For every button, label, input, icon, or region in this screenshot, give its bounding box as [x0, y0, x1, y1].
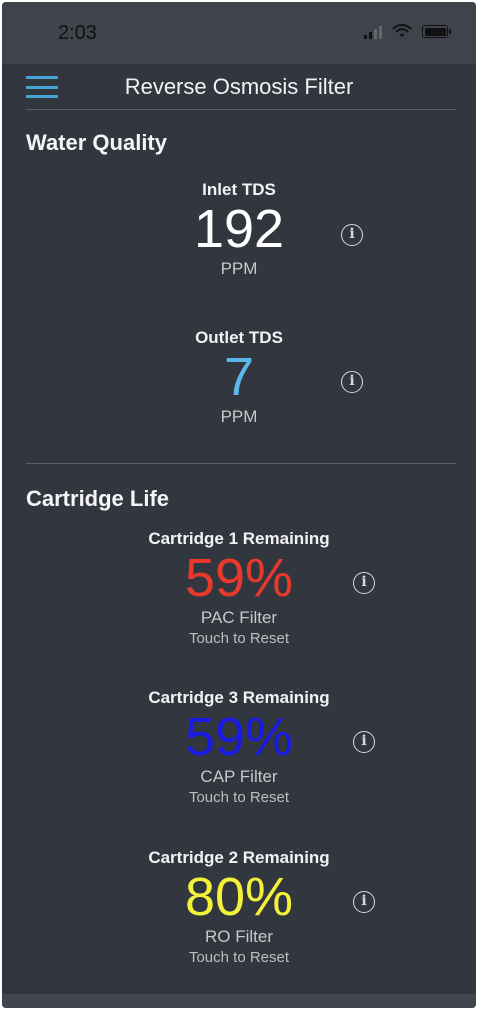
- cartridge-1-card[interactable]: Cartridge 1 Remaining 59% PAC Filter Tou…: [2, 529, 476, 647]
- status-time: 2:03: [58, 22, 97, 44]
- app-header: Reverse Osmosis Filter: [2, 64, 476, 110]
- cartridge-2-reset-hint[interactable]: Touch to Reset: [2, 949, 476, 966]
- cartridge-1-percentage: 59%: [184, 548, 294, 608]
- bottom-bar: [2, 994, 476, 1008]
- outlet-tds-unit: PPM: [220, 407, 258, 427]
- inlet-tds-info-icon[interactable]: i: [341, 224, 363, 246]
- status-bar: 2:03: [2, 2, 476, 64]
- cartridge-2-info-icon[interactable]: i: [353, 891, 375, 913]
- page-title: Reverse Osmosis Filter: [124, 74, 354, 99]
- water-quality-heading: Water Quality: [26, 130, 167, 155]
- cartridge-2-percentage: 80%: [184, 867, 294, 927]
- inlet-tds-value: 192: [193, 199, 285, 259]
- cellular-signal-icon: [364, 25, 382, 39]
- app-screen: 2:03 Reverse Osmosis Filter Water Qualit…: [2, 2, 476, 1008]
- cartridge-3-card[interactable]: Cartridge 3 Remaining 59% CAP Filter Tou…: [2, 688, 476, 806]
- cartridge-3-percentage: 59%: [184, 707, 294, 767]
- header-divider: [26, 109, 456, 110]
- cartridge-2-filter-name: RO Filter: [205, 927, 273, 947]
- cartridge-3-label: Cartridge 3 Remaining: [148, 688, 330, 707]
- cartridge-2-card[interactable]: Cartridge 2 Remaining 80% RO Filter Touc…: [2, 848, 476, 966]
- outlet-tds-value: 7: [223, 347, 255, 407]
- wifi-icon: [392, 24, 412, 37]
- section-divider: [26, 463, 456, 464]
- cartridge-1-info-icon[interactable]: i: [353, 572, 375, 594]
- cartridge-3-reset-hint[interactable]: Touch to Reset: [2, 789, 476, 806]
- cartridge-3-info-icon[interactable]: i: [353, 731, 375, 753]
- inlet-tds-unit: PPM: [220, 259, 258, 279]
- outlet-tds-info-icon[interactable]: i: [341, 371, 363, 393]
- cartridge-3-filter-name: CAP Filter: [200, 767, 278, 787]
- status-icons: [364, 24, 451, 39]
- inlet-tds-label: Inlet TDS: [202, 180, 276, 199]
- cartridge-1-reset-hint[interactable]: Touch to Reset: [2, 630, 476, 647]
- cartridge-1-filter-name: PAC Filter: [200, 608, 278, 628]
- inlet-tds-metric: Inlet TDS 192 PPM: [2, 180, 476, 279]
- outlet-tds-label: Outlet TDS: [195, 328, 283, 347]
- outlet-tds-metric: Outlet TDS 7 PPM: [2, 328, 476, 427]
- cartridge-1-label: Cartridge 1 Remaining: [148, 529, 330, 548]
- cartridge-life-heading: Cartridge Life: [26, 486, 170, 511]
- battery-icon: [422, 25, 451, 38]
- cartridge-2-label: Cartridge 2 Remaining: [148, 848, 330, 867]
